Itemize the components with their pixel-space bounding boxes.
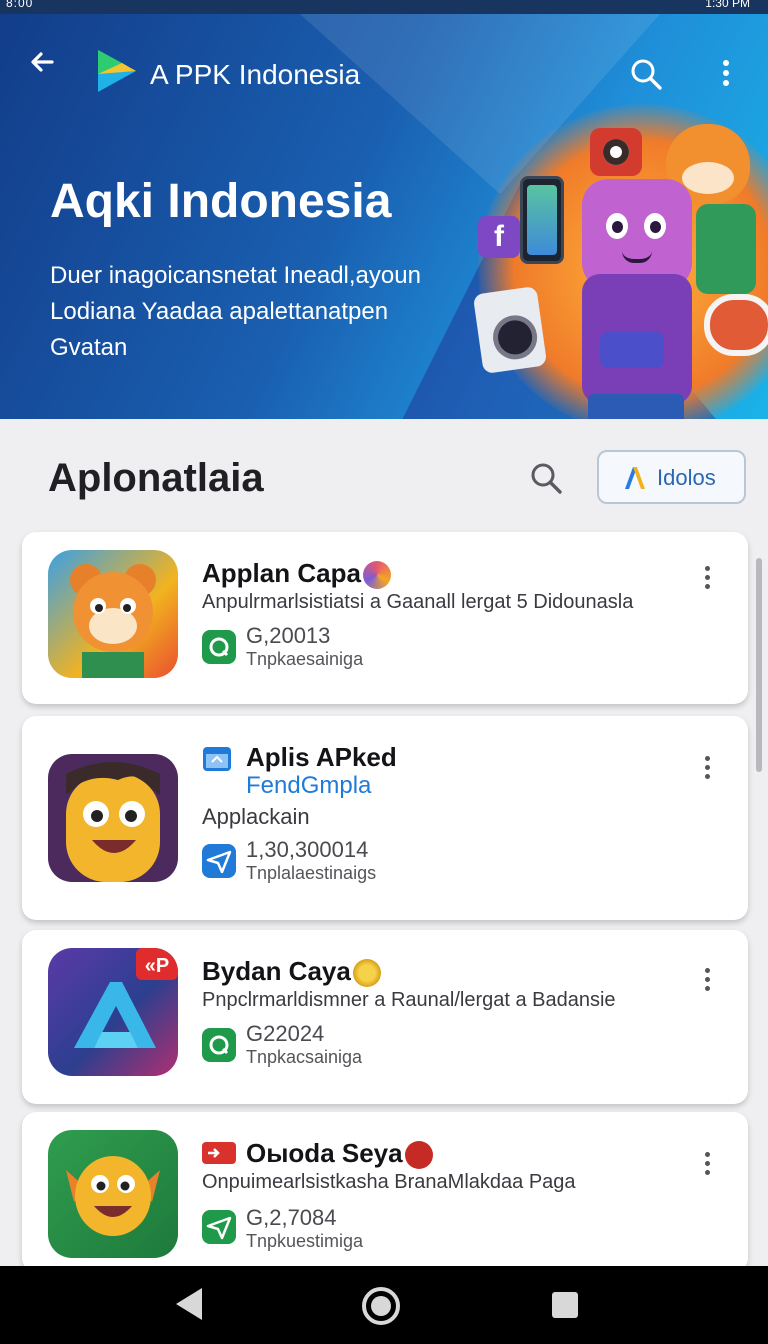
meta-label: Tnpkacsainiga <box>246 1047 363 1067</box>
search-icon <box>631 59 662 90</box>
bear-app-icon <box>48 550 178 678</box>
system-nav-bar <box>0 1266 768 1344</box>
icon-badge-text: «P <box>145 955 169 977</box>
hero-subtitle-line: Lodiana Yaadaa apalettanatpen <box>50 298 389 325</box>
search-button[interactable] <box>628 56 664 92</box>
hero-subtitle-line: Duer inagoicansnetat Ineadl,ayoun <box>50 262 421 289</box>
app-list-item[interactable]: «P Bydan Caya Pnpclrmarldismner a Raunal… <box>22 930 748 1104</box>
smartphone-icon <box>520 176 564 264</box>
hero-subtitle-line: Gvatan <box>50 334 128 361</box>
a-logo-app-icon: «P <box>48 948 178 1076</box>
download-count: G,2,7084 <box>246 1205 337 1230</box>
app-list-item[interactable]: Applan Capa Anpulrmarlsistiatsi a Gaanal… <box>22 532 748 704</box>
app-bar: A PPK Indonesia <box>0 34 768 92</box>
download-count: G22024 <box>246 1021 325 1046</box>
section-title: Aplonatlaia <box>48 456 264 500</box>
calendar-icon <box>203 747 231 771</box>
send-icon <box>202 844 236 878</box>
more-vert-icon[interactable] <box>697 562 717 602</box>
badge-icon <box>362 561 391 590</box>
face-app-icon <box>48 754 178 882</box>
more-vert-icon[interactable] <box>697 964 717 1004</box>
status-time: 8:00 <box>6 0 34 10</box>
app-list-item[interactable]: Aplis APked FendGmpla Applackain 1,30,30… <box>22 716 748 920</box>
smile-app-icon <box>48 1130 178 1258</box>
status-clock: 1:30 PM <box>705 0 750 10</box>
app-name: Bydan Caya <box>202 956 381 988</box>
send-icon <box>202 1210 236 1244</box>
app-title: A PPK Indonesia <box>150 59 361 90</box>
status-bar: 8:00 1:30 PM <box>0 0 768 14</box>
hero-banner: A PPK Indonesia Aqki Indonesia Duer inag… <box>0 14 768 419</box>
hero-illustration: f <box>470 94 768 419</box>
app-list-item[interactable]: Oыoda Seya Onpuimearlsistkasha BranaMlak… <box>22 1112 748 1272</box>
green-app-icon <box>696 204 756 294</box>
scrollbar[interactable] <box>756 558 762 772</box>
bag-icon <box>600 332 664 368</box>
facebook-icon: f <box>478 216 520 258</box>
search-icon <box>531 463 562 494</box>
more-vert-icon[interactable] <box>697 1148 717 1188</box>
download-icon <box>202 1028 236 1062</box>
filter-logo-icon <box>625 467 645 489</box>
meta-label: Tnpkuestimiga <box>246 1231 364 1251</box>
download-count: G,20013 <box>246 623 331 648</box>
badge-icon <box>352 959 381 988</box>
badge-icon <box>404 1141 433 1170</box>
filter-chip[interactable]: Idolos <box>597 450 746 504</box>
back-arrow-icon <box>31 52 54 72</box>
more-vert-icon[interactable] <box>712 56 740 92</box>
video-icon <box>202 1142 236 1164</box>
meta-label: Tnplalaestinaigs <box>246 863 377 883</box>
app-name: Aplis APked <box>246 742 397 772</box>
download-count: 1,30,300014 <box>246 837 369 862</box>
meta-label: Tnpkaesainiga <box>246 649 364 669</box>
camera-app-icon <box>590 128 642 176</box>
robot-mascot-head <box>582 179 692 289</box>
robot-mascot-legs <box>588 394 684 419</box>
app-description: Applackain <box>202 804 310 829</box>
app-name: Oыoda Seya <box>246 1138 433 1170</box>
app-logo-icon <box>94 46 140 96</box>
app-description: Pnpclrmarldismner a Raunal/lergat a Bada… <box>202 989 616 1011</box>
more-vert-icon[interactable] <box>697 752 717 792</box>
app-description: Onpuimearlsistkasha BranaMlakdaa Paga <box>202 1171 576 1193</box>
camera-icon <box>472 285 548 375</box>
hero-title: Aqki Indonesia <box>50 175 392 228</box>
nav-back-icon[interactable] <box>176 1288 202 1320</box>
section-search-button[interactable] <box>528 460 564 496</box>
filter-chip-label: Idolos <box>657 465 716 490</box>
app-description: Anpulrmarlsistiatsi a Gaanall lergat 5 D… <box>202 591 634 613</box>
nav-recents-icon[interactable] <box>552 1292 578 1318</box>
hero-subtitle: Duer inagoicansnetat Ineadl,ayoun Lodian… <box>50 258 480 366</box>
back-button[interactable] <box>26 46 58 78</box>
app-name: Applan Capa <box>202 558 391 590</box>
mug-icon <box>704 294 768 356</box>
app-developer: FendGmpla <box>246 772 372 799</box>
nav-home-icon[interactable] <box>362 1287 400 1325</box>
download-icon <box>202 630 236 664</box>
